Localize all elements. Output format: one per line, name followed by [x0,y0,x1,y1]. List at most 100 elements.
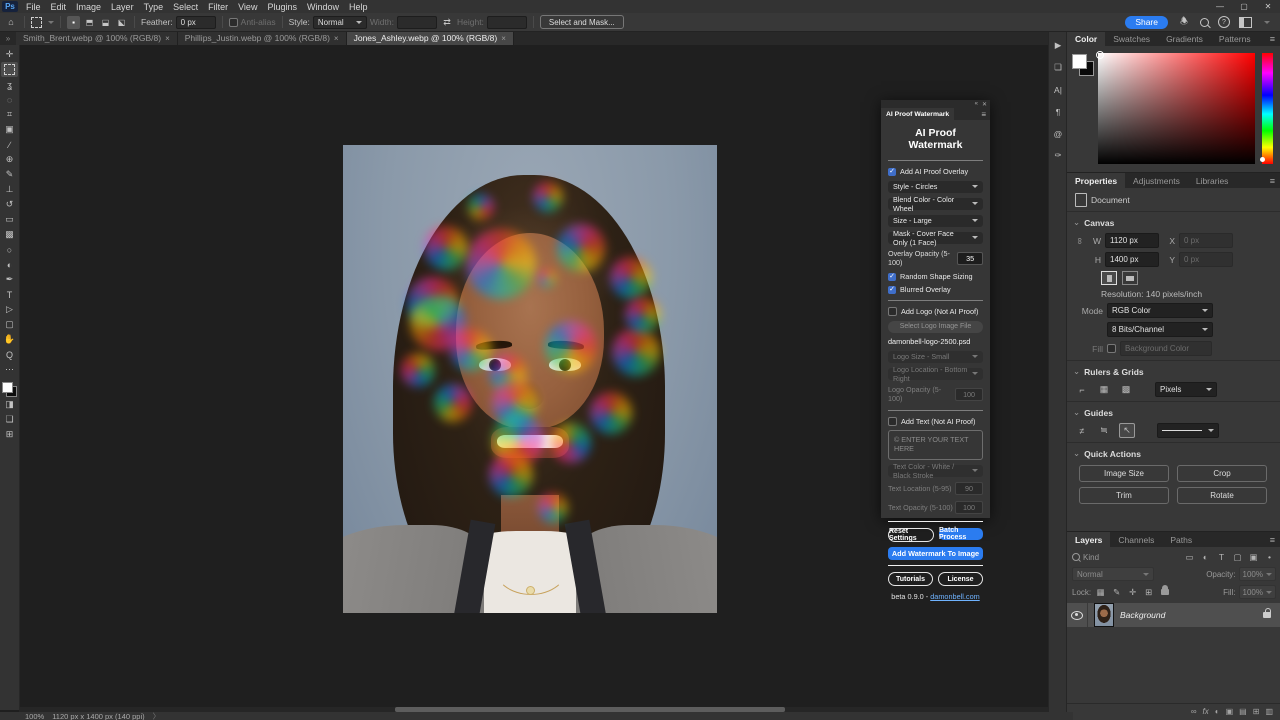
portrait-orientation-button[interactable] [1101,271,1117,285]
frame-tool[interactable]: ▣ [1,122,18,137]
intersect-selection-button[interactable]: ⬕ [115,16,128,29]
canvas-height-input[interactable]: 1400 px [1105,252,1159,267]
blend-color-dropdown[interactable]: Blend Color - Color Wheel [888,198,983,210]
license-button[interactable]: License [938,572,983,586]
blend-mode-dropdown[interactable]: Normal [1072,567,1154,581]
filter-type-icon[interactable]: T [1215,551,1228,563]
tab-paths[interactable]: Paths [1162,532,1200,547]
tab-phillips-justin[interactable]: Phillips_Justin.webp @ 100% (RGB/8) × [178,31,347,45]
opacity-value[interactable]: 100% [1239,567,1276,581]
landscape-orientation-button[interactable] [1122,271,1138,285]
paragraph-panel-icon[interactable]: ¶ [1051,105,1065,118]
character-panel-icon[interactable]: A| [1051,83,1065,96]
collapse-icon[interactable]: ⌄ [1073,366,1080,377]
shape-tool[interactable]: ▢ [1,317,18,332]
blurred-overlay-checkbox[interactable]: ✓ [888,286,896,294]
close-button[interactable]: ✕ [1256,0,1280,13]
link-layers-icon[interactable]: ∞ [1191,707,1197,716]
batch-process-button[interactable]: Batch Process [939,528,983,540]
minimize-button[interactable]: — [1208,0,1232,13]
menu-window[interactable]: Window [302,2,344,12]
adjustment-layer-icon[interactable]: ◐ [1215,707,1220,716]
bit-depth-dropdown[interactable]: 8 Bits/Channel [1107,322,1213,337]
maximize-button[interactable]: ▢ [1232,0,1256,13]
reset-settings-button[interactable]: Reset Settings [888,528,934,542]
document-image[interactable] [343,145,717,613]
pen-tool[interactable]: ✒ [1,272,18,287]
object-selection-tool[interactable]: ◌ [1,92,18,107]
tab-layers[interactable]: Layers [1067,532,1110,547]
creative-cloud-panel-icon[interactable]: @ [1051,127,1065,140]
style-dropdown[interactable]: Style - Circles [888,181,983,193]
screen-mode-extra-button[interactable]: ⊞ [1,427,18,442]
text-location-input[interactable]: 90 [955,482,983,495]
new-layer-icon[interactable]: ⊞ [1253,707,1260,716]
tutorials-button[interactable]: Tutorials [888,572,933,586]
blur-tool[interactable]: ○ [1,242,18,257]
mask-dropdown[interactable]: Mask - Cover Face Only (1 Face) [888,232,983,244]
gesture-panel-icon[interactable]: ✑ [1051,149,1065,162]
fill-value[interactable]: Background Color [1120,341,1212,356]
chevron-down-icon[interactable] [48,21,54,24]
link-dimensions-icon[interactable]: ∞ [1075,236,1085,246]
photoshop-logo-icon[interactable]: Ps [2,1,18,12]
menu-filter[interactable]: Filter [203,2,233,12]
menu-plugins[interactable]: Plugins [262,2,302,12]
history-brush-tool[interactable]: ↺ [1,197,18,212]
move-guides-icon[interactable]: ↖ [1119,423,1135,438]
grid-icon[interactable]: ▦ [1097,383,1111,396]
comments-panel-icon[interactable]: ❏ [1051,61,1065,74]
search-icon[interactable] [1200,18,1209,27]
lock-pixels-icon[interactable]: ✎ [1110,586,1123,598]
select-and-mask-button[interactable]: Select and Mask... [540,15,624,29]
menu-select[interactable]: Select [168,2,203,12]
filter-toggle-icon[interactable]: • [1263,551,1276,563]
swap-dimensions-icon[interactable]: ⇄ [440,17,454,28]
bell-icon[interactable]: 🕭 [1177,14,1191,30]
add-selection-button[interactable]: ⬒ [83,16,96,29]
trim-button[interactable]: Trim [1079,487,1169,504]
lock-artboard-icon[interactable]: ⊞ [1142,586,1155,598]
crop-button[interactable]: Crop [1177,465,1267,482]
feather-input[interactable]: 0 px [176,16,216,29]
layer-effects-icon[interactable]: fx [1203,707,1209,716]
crop-tool[interactable]: ⌗ [1,107,18,122]
layer-thumbnail[interactable] [1094,603,1114,627]
tab-smith-brent[interactable]: Smith_Brent.webp @ 100% (RGB/8) × [16,31,178,45]
lock-all-icon[interactable] [1158,586,1171,598]
dodge-tool[interactable]: ◐ [1,257,18,272]
move-tool[interactable]: ✛ [1,47,18,62]
new-selection-button[interactable]: ▪ [67,16,80,29]
panel-menu-icon[interactable]: ≡ [977,108,990,120]
menu-image[interactable]: Image [71,2,106,12]
fill-checkbox[interactable] [1107,344,1116,353]
workspace-icon[interactable] [1239,17,1252,28]
layer-group-icon[interactable]: ▤ [1239,707,1247,716]
logo-location-dropdown[interactable]: Logo Location - Bottom Right [888,368,983,380]
home-icon[interactable]: ⌂ [4,17,18,27]
menu-layer[interactable]: Layer [106,2,139,12]
watermark-text-input[interactable]: © ENTER YOUR TEXT HERE [888,430,983,460]
tab-libraries[interactable]: Libraries [1188,173,1237,188]
panel-menu-icon[interactable]: ≡ [1264,173,1280,188]
quick-mask-button[interactable]: ◨ [1,397,18,412]
zoom-tool[interactable]: Q [1,347,18,362]
logo-opacity-input[interactable]: 100 [955,388,983,401]
add-text-checkbox[interactable] [888,417,897,426]
guides-icon[interactable]: ≠ [1075,424,1089,437]
lock-guides-icon[interactable]: ≒ [1097,424,1111,437]
zoom-level[interactable]: 100% [25,712,44,720]
units-dropdown[interactable]: Pixels [1155,382,1217,397]
clone-stamp-tool[interactable]: ⊥ [1,182,18,197]
size-dropdown[interactable]: Size - Large [888,215,983,227]
subtract-selection-button[interactable]: ⬓ [99,16,112,29]
lock-transparency-icon[interactable]: ▦ [1094,586,1107,598]
add-logo-checkbox[interactable] [888,307,897,316]
toolbar-collapse-icon[interactable]: » [0,31,16,45]
saturation-brightness-field[interactable] [1098,53,1255,164]
gradient-tool[interactable]: ▩ [1,227,18,242]
filter-smart-object-icon[interactable]: ▣ [1247,551,1260,563]
eraser-tool[interactable]: ▭ [1,212,18,227]
foreground-color-swatch[interactable] [1072,54,1087,69]
anti-alias-checkbox[interactable] [229,18,238,27]
